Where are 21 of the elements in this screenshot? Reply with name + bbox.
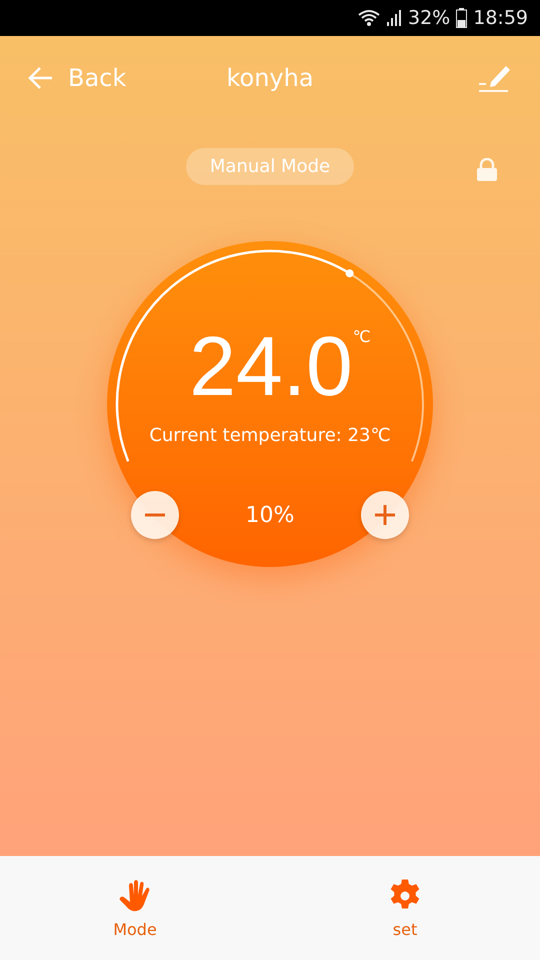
nav-tab[interactable]: Mode — [0, 856, 270, 960]
battery-icon — [456, 8, 468, 28]
plus-icon — [375, 505, 395, 525]
battery-percent: 32% — [408, 7, 450, 29]
nav-tab[interactable]: set — [270, 856, 540, 960]
back-arrow-icon — [28, 66, 54, 90]
edit-icon[interactable] — [478, 63, 512, 93]
decrease-button[interactable] — [131, 491, 179, 539]
temperature-unit: ℃ — [352, 327, 371, 346]
dial-thumb[interactable] — [346, 269, 354, 278]
output-percent: 10% — [246, 502, 294, 528]
mode-badge: Manual Mode — [186, 148, 354, 185]
setpoint-temperature: 24.0 — [189, 321, 353, 411]
back-button[interactable]: Back — [28, 64, 138, 92]
lock-icon[interactable] — [476, 158, 498, 182]
clock-time: 18:59 — [473, 7, 528, 29]
current-temperature: Current temperature: 23℃ — [149, 425, 391, 446]
signal-icon — [386, 9, 402, 27]
page-title: konyha — [226, 64, 314, 92]
minus-icon — [145, 513, 165, 517]
wifi-icon — [358, 9, 380, 27]
